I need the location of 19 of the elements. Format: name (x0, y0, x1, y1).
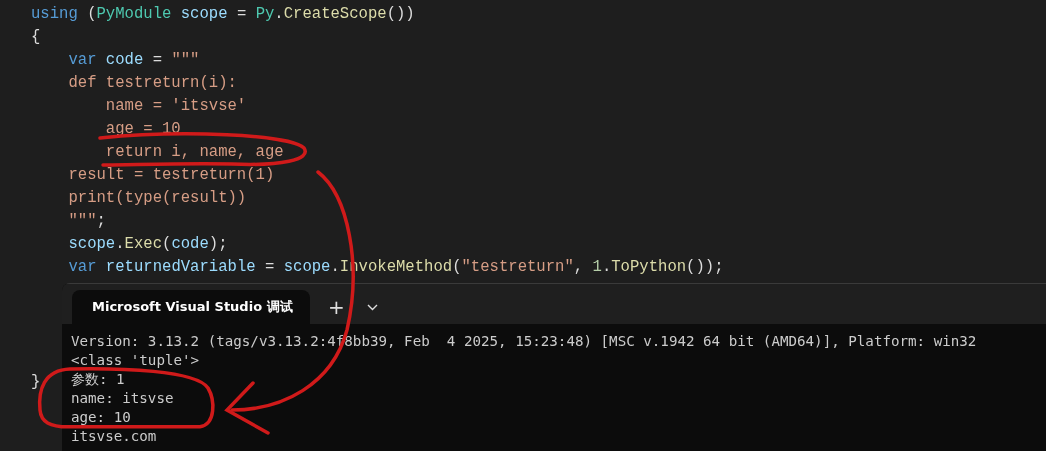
chevron-down-icon (366, 303, 378, 311)
console-line: 参数: 1 (71, 370, 125, 389)
code-line: name = 'itsvse' (104, 96, 247, 117)
code-line: } (31, 372, 41, 393)
code-line: scope.Exec(code); (67, 234, 228, 255)
new-tab-button[interactable]: + (324, 290, 349, 324)
console-line: itsvse.com (71, 427, 157, 446)
code-line: result = testreturn(1) (67, 165, 275, 186)
code-line: return i, name, age (104, 142, 284, 163)
code-line: print(type(result)) (67, 188, 247, 209)
code-line: { (31, 27, 41, 48)
console-line: age: 10 (71, 408, 131, 427)
console-line: name: itsvse (71, 389, 174, 408)
code-line: using (PyModule scope = Py.CreateScope()) (31, 4, 415, 25)
console-tab[interactable]: Microsoft Visual Studio 调试 (72, 290, 310, 324)
code-line: """; (67, 211, 106, 232)
console-line: <class 'tuple'> (71, 351, 200, 370)
code-line: def testreturn(i): (67, 73, 237, 94)
code-line: var code = """ (67, 50, 200, 71)
